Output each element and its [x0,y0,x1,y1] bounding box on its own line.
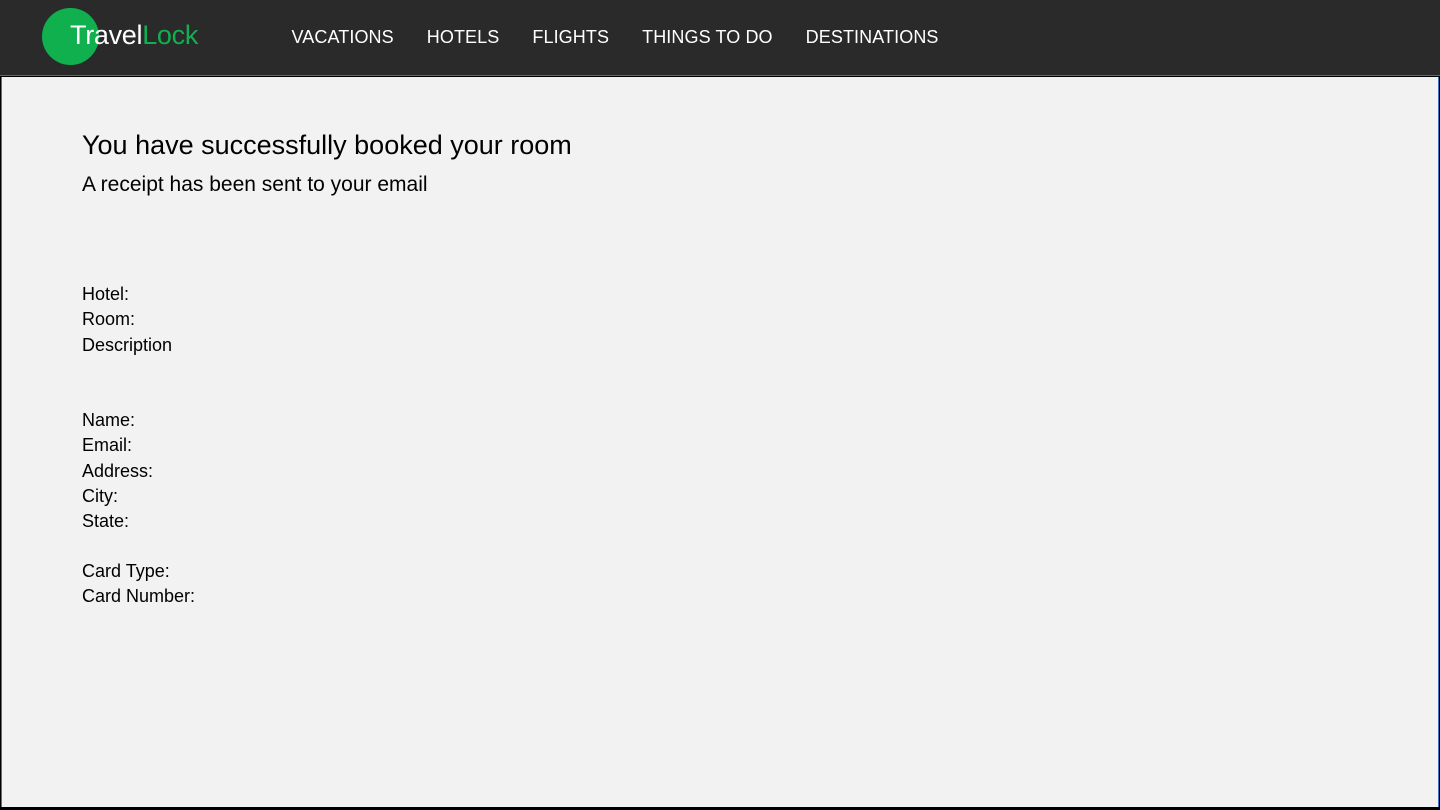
confirmation-subtitle: A receipt has been sent to your email [82,173,428,196]
nav-things-to-do[interactable]: THINGS TO DO [626,26,790,48]
logo-text: TravelLock [70,19,198,51]
address-label: Address: [82,460,154,481]
booking-details: Hotel: Room: Description [82,282,172,358]
logo-text-lock: Lock [142,20,199,50]
confirmation-title: You have successfully booked your room [82,130,572,160]
customer-details: Name: Email: Address: City: State: [82,408,153,534]
room-label: Room: [82,309,136,330]
nav-hotels[interactable]: HOTELS [410,26,516,48]
top-navigation-bar: TravelLock VACATIONS HOTELS FLIGHTS THIN… [0,0,1440,76]
payment-details: Card Type: Card Number: [82,559,195,610]
logo-text-travel: Travel [70,20,143,50]
city-label: City: [82,485,118,506]
card-type-label: Card Type: [82,561,170,581]
state-label: State: [82,511,130,532]
email-label: Email: [82,435,133,456]
main-nav-links: VACATIONS HOTELS FLIGHTS THINGS TO DO DE… [275,26,955,48]
card-number-label: Card Number: [82,586,196,607]
description-label: Description [82,334,173,355]
travellock-logo[interactable]: TravelLock [42,8,242,68]
name-label: Name: [82,410,136,430]
nav-flights[interactable]: FLIGHTS [516,26,626,48]
nav-destinations[interactable]: DESTINATIONS [789,26,955,48]
hotel-label: Hotel: [82,284,130,304]
booking-confirmation-panel: You have successfully booked your room A… [1,77,1439,807]
nav-vacations[interactable]: VACATIONS [275,26,410,48]
